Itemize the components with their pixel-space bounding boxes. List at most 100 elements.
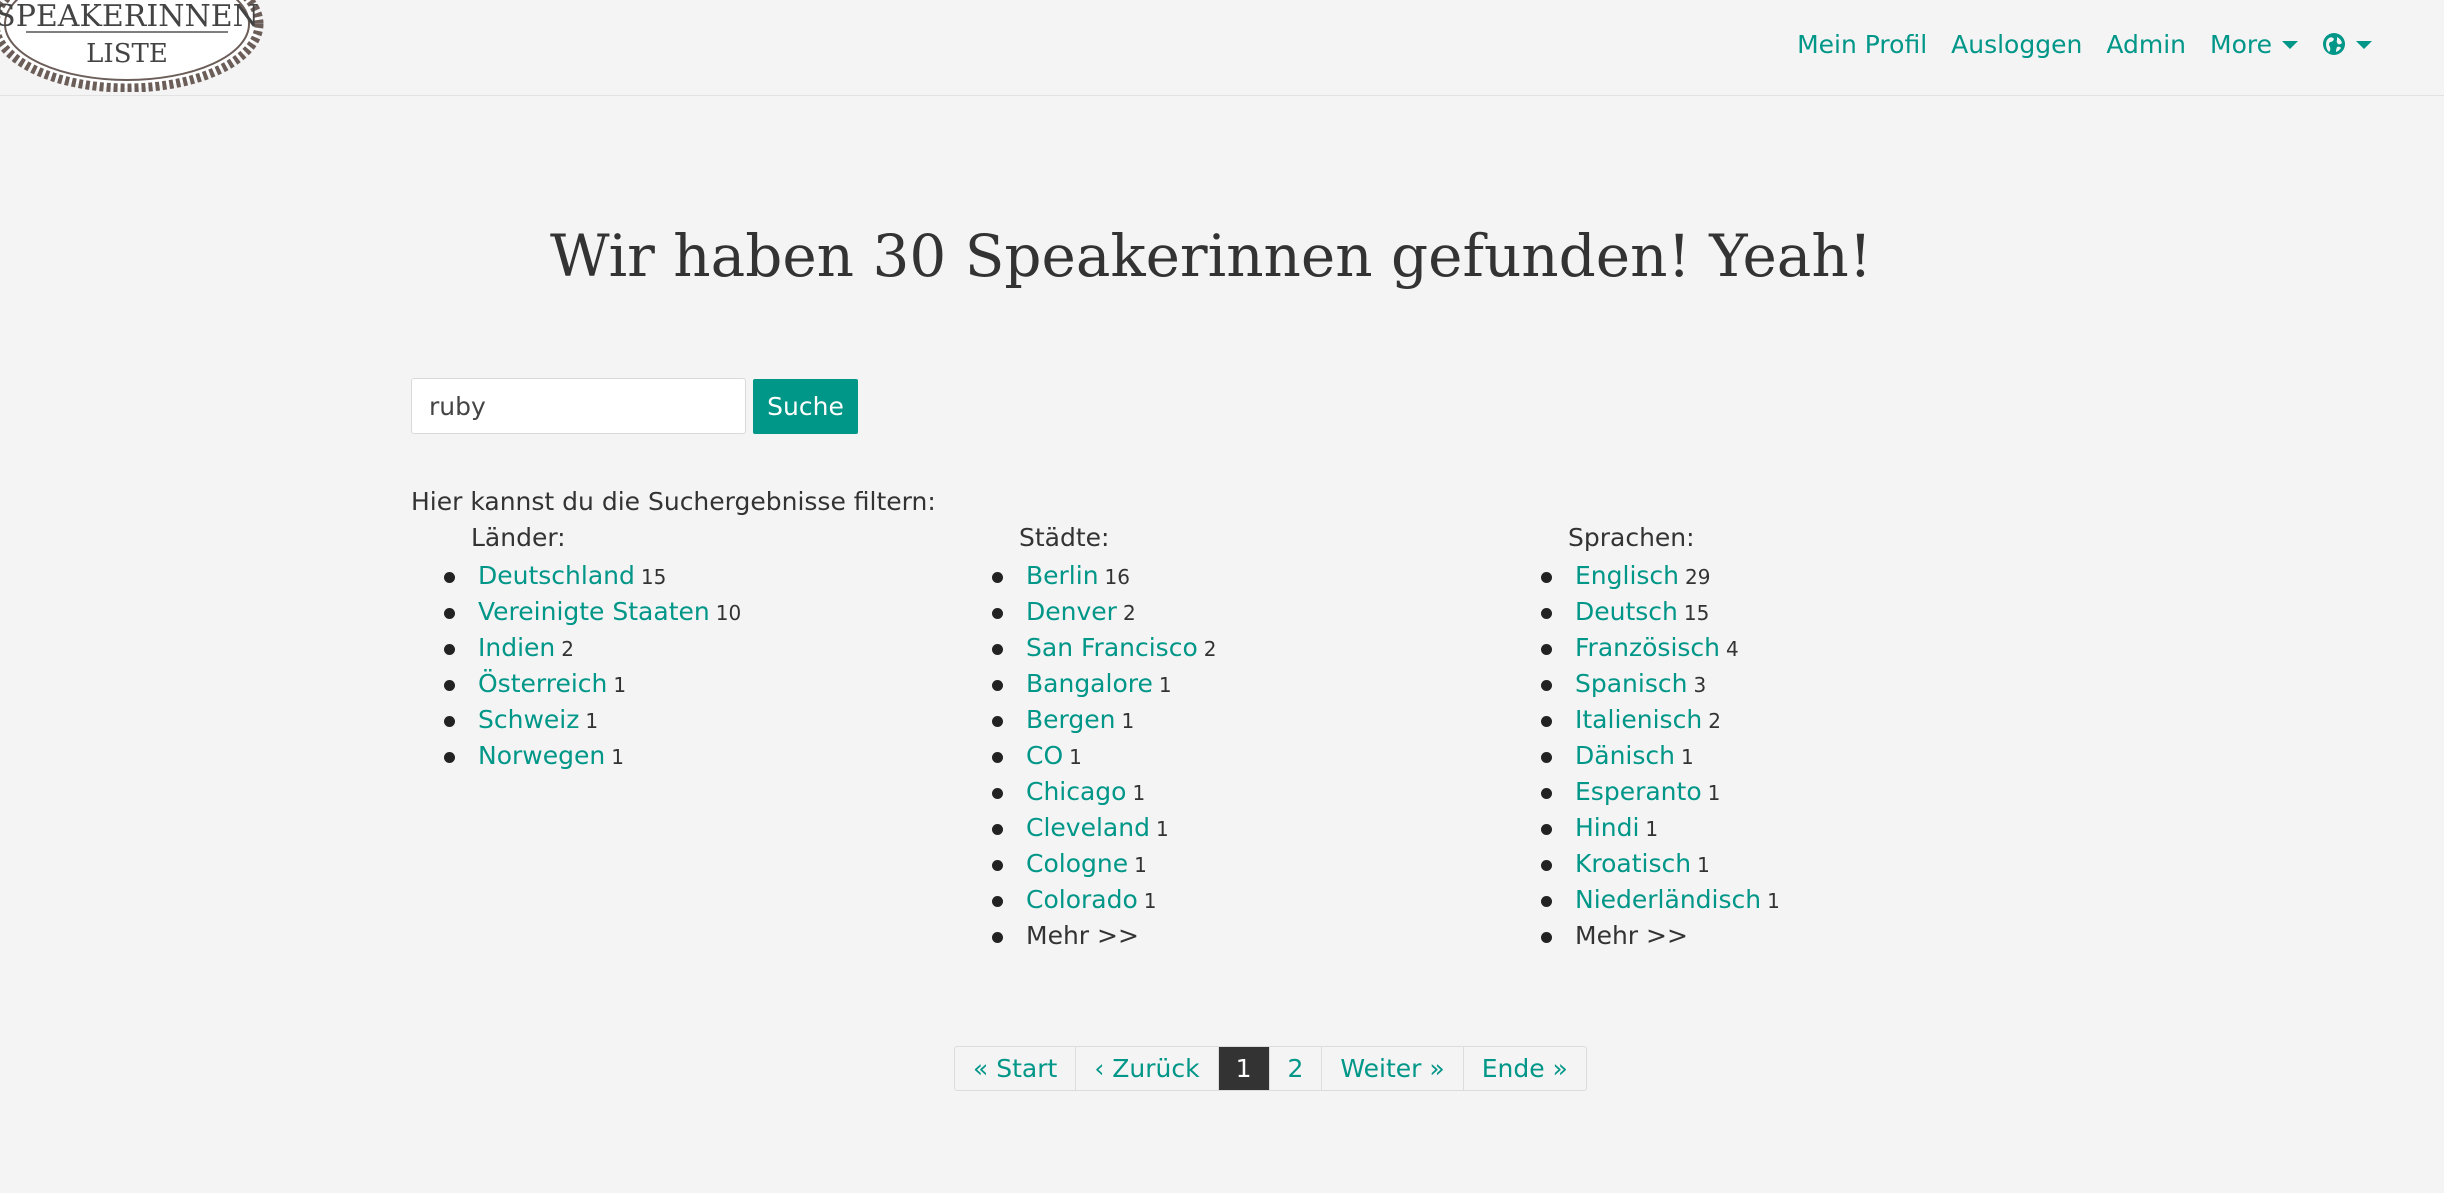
filter-count: 2 — [1122, 601, 1136, 625]
filter-count: 2 — [1708, 709, 1721, 733]
filter-language-link[interactable]: Niederländisch — [1575, 885, 1761, 914]
site-logo[interactable]: SPEAKERINNEN LISTE — [0, 0, 268, 93]
list-item: Bangalore 1 — [959, 666, 1216, 702]
nav-more-dropdown[interactable]: More — [2198, 30, 2310, 59]
filter-cities-heading: Städte: — [1019, 523, 1110, 552]
page-start-link[interactable]: « Start — [955, 1047, 1077, 1090]
filter-count: 29 — [1685, 565, 1711, 589]
filter-count: 15 — [1683, 601, 1710, 625]
filter-cities-list: Berlin 16 Denver 2 San Francisco 2 Bangalor… — [959, 558, 1216, 954]
page-next-link[interactable]: Weiter » — [1322, 1047, 1464, 1090]
filter-city-link[interactable]: Chicago — [1026, 777, 1126, 806]
list-item: Italienisch 2 — [1508, 702, 1780, 738]
filter-city-link[interactable]: Bangalore — [1026, 669, 1153, 698]
list-item: Cleveland 1 — [959, 810, 1216, 846]
filter-city-link[interactable]: Denver — [1026, 597, 1117, 626]
list-item: Vereinigte Staaten 10 — [411, 594, 741, 630]
filter-count: 1 — [1767, 889, 1780, 913]
filter-count: 1 — [613, 673, 627, 697]
filter-city-link[interactable]: Bergen — [1026, 705, 1115, 734]
chevron-down-icon — [2282, 41, 2298, 49]
nav-profile-link[interactable]: Mein Profil — [1785, 30, 1939, 59]
filter-language-link[interactable]: Deutsch — [1575, 597, 1678, 626]
list-item: Deutschland 15 — [411, 558, 741, 594]
filter-country-link[interactable]: Indien — [478, 633, 555, 662]
filter-city-link[interactable]: Cologne — [1026, 849, 1128, 878]
list-item: Cologne 1 — [959, 846, 1216, 882]
chevron-down-icon — [2356, 41, 2372, 49]
filter-count: 2 — [561, 637, 574, 661]
globe-icon — [2323, 33, 2345, 55]
filter-language-link[interactable]: Spanisch — [1575, 669, 1687, 698]
nav-more-label: More — [2210, 29, 2272, 59]
filter-count: 1 — [1134, 853, 1147, 877]
page-2-link[interactable]: 2 — [1270, 1047, 1323, 1090]
filter-count: 10 — [715, 601, 742, 625]
filter-intro: Hier kannst du die Suchergebnisse filter… — [411, 487, 936, 516]
search-input[interactable] — [411, 378, 746, 434]
filter-city-link[interactable]: Berlin — [1026, 561, 1099, 590]
filter-count: 1 — [1680, 745, 1694, 769]
filter-count: 16 — [1104, 565, 1130, 589]
list-item: Mehr >> — [1508, 918, 1780, 954]
list-item: Mehr >> — [959, 918, 1216, 954]
page-end-link[interactable]: Ende » — [1464, 1047, 1586, 1090]
filter-country-link[interactable]: Norwegen — [478, 741, 605, 770]
filter-count: 15 — [640, 565, 667, 589]
filter-language-link[interactable]: Kroatisch — [1575, 849, 1691, 878]
filter-language-link[interactable]: Englisch — [1575, 561, 1679, 590]
filter-country-link[interactable]: Deutschland — [478, 561, 635, 590]
list-item: Englisch 29 — [1508, 558, 1780, 594]
filter-count: 4 — [1726, 637, 1739, 661]
filter-count: 1 — [1707, 781, 1721, 805]
list-item: Berlin 16 — [959, 558, 1216, 594]
filter-countries: Länder: Deutschland 15 Vereinigte Staaten… — [411, 522, 741, 774]
list-item: Norwegen 1 — [411, 738, 741, 774]
filter-city-link[interactable]: Cleveland — [1026, 813, 1150, 842]
filter-countries-list: Deutschland 15 Vereinigte Staaten 10 Indie… — [411, 558, 741, 774]
languages-more-link[interactable]: Mehr >> — [1575, 921, 1688, 950]
filter-cities: Städte: Berlin 16 Denver 2 San Francisco 2 … — [959, 522, 1216, 954]
filter-language-link[interactable]: Esperanto — [1575, 777, 1702, 806]
filter-language-link[interactable]: Hindi — [1575, 813, 1639, 842]
page-1-current[interactable]: 1 — [1218, 1047, 1270, 1090]
list-item: Kroatisch 1 — [1508, 846, 1780, 882]
filter-count: 1 — [1132, 781, 1146, 805]
search-button[interactable]: Suche — [753, 379, 858, 434]
filter-language-link[interactable]: Italienisch — [1575, 705, 1702, 734]
filter-city-link[interactable]: Colorado — [1026, 885, 1138, 914]
pagination: « Start ‹ Zurück 1 2 Weiter » Ende » — [954, 1046, 1587, 1091]
filter-language-link[interactable]: Französisch — [1575, 633, 1720, 662]
list-item: Schweiz 1 — [411, 702, 741, 738]
list-item: Denver 2 — [959, 594, 1216, 630]
list-item: Colorado 1 — [959, 882, 1216, 918]
language-dropdown[interactable] — [2310, 32, 2384, 56]
nav-admin-link[interactable]: Admin — [2094, 30, 2198, 59]
filter-count: 1 — [1155, 817, 1169, 841]
list-item: Österreich 1 — [411, 666, 741, 702]
filter-city-link[interactable]: CO — [1026, 741, 1063, 770]
filter-country-link[interactable]: Schweiz — [478, 705, 579, 734]
filter-count: 1 — [1143, 889, 1157, 913]
filter-country-link[interactable]: Vereinigte Staaten — [478, 597, 710, 626]
page-prev-link[interactable]: ‹ Zurück — [1076, 1047, 1219, 1090]
nav-logout-link[interactable]: Ausloggen — [1939, 30, 2094, 59]
filter-languages: Sprachen: Englisch 29 Deutsch 15 Französis… — [1508, 522, 1780, 954]
filter-languages-heading: Sprachen: — [1568, 523, 1695, 552]
filter-city-link[interactable]: San Francisco — [1026, 633, 1198, 662]
filter-count: 1 — [611, 745, 624, 769]
cities-more-link[interactable]: Mehr >> — [1026, 921, 1139, 950]
navbar: SPEAKERINNEN LISTE Mein Profil Ausloggen… — [0, 0, 2444, 96]
list-item: Hindi 1 — [1508, 810, 1780, 846]
filter-count: 1 — [1069, 745, 1082, 769]
filter-count: 1 — [1158, 673, 1172, 697]
filter-country-link[interactable]: Österreich — [478, 669, 607, 698]
list-item: Deutsch 15 — [1508, 594, 1780, 630]
filter-language-link[interactable]: Dänisch — [1575, 741, 1675, 770]
filter-count: 2 — [1203, 637, 1217, 661]
list-item: San Francisco 2 — [959, 630, 1216, 666]
nav-links: Mein Profil Ausloggen Admin More — [1785, 26, 2384, 62]
filter-count: 1 — [585, 709, 599, 733]
list-item: Spanisch 3 — [1508, 666, 1780, 702]
list-item: Indien 2 — [411, 630, 741, 666]
